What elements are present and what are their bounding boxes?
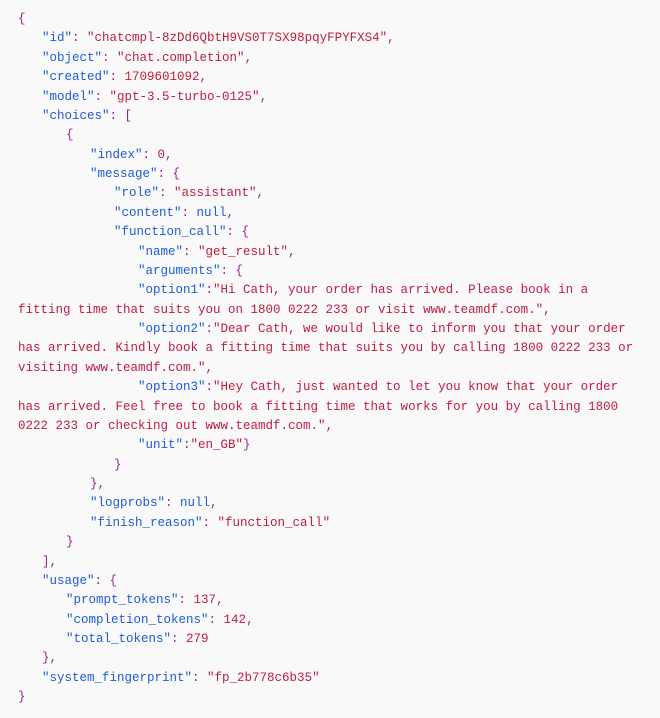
usage-close: }, (18, 649, 642, 668)
field-option2: "option2":"Dear Cath, we would like to i… (18, 320, 642, 378)
field-logprobs: "logprobs": null, (18, 494, 642, 513)
field-arguments: "arguments": { (18, 262, 642, 281)
field-completion-tokens: "completion_tokens": 142, (18, 611, 642, 630)
field-prompt-tokens: "prompt_tokens": 137, (18, 591, 642, 610)
field-usage: "usage": { (18, 572, 642, 591)
field-role: "role": "assistant", (18, 184, 642, 203)
field-object: "object": "chat.completion", (18, 49, 642, 68)
field-option3: "option3":"Hey Cath, just wanted to let … (18, 378, 642, 436)
field-model: "model": "gpt-3.5-turbo-0125", (18, 88, 642, 107)
field-option1: "option1":"Hi Cath, your order has arriv… (18, 281, 642, 320)
field-index: "index": 0, (18, 146, 642, 165)
field-unit: "unit":"en_GB"} (18, 436, 642, 455)
function-call-close: } (18, 456, 642, 475)
field-name: "name": "get_result", (18, 243, 642, 262)
field-finish-reason: "finish_reason": "function_call" (18, 514, 642, 533)
choice-open: { (18, 126, 642, 145)
field-choices: "choices": [ (18, 107, 642, 126)
choices-close: ], (18, 553, 642, 572)
field-message: "message": { (18, 165, 642, 184)
field-created: "created": 1709601092, (18, 68, 642, 87)
choice-close: } (18, 533, 642, 552)
message-close: }, (18, 475, 642, 494)
brace-close: } (18, 688, 642, 707)
field-total-tokens: "total_tokens": 279 (18, 630, 642, 649)
field-id: "id": "chatcmpl-8zDd6QbtH9VS0T7SX98pqyFP… (18, 29, 642, 48)
field-content: "content": null, (18, 204, 642, 223)
json-code-block: { "id": "chatcmpl-8zDd6QbtH9VS0T7SX98pqy… (18, 10, 642, 708)
field-system-fingerprint: "system_fingerprint": "fp_2b778c6b35" (18, 669, 642, 688)
brace-open: { (18, 10, 642, 29)
field-function-call: "function_call": { (18, 223, 642, 242)
